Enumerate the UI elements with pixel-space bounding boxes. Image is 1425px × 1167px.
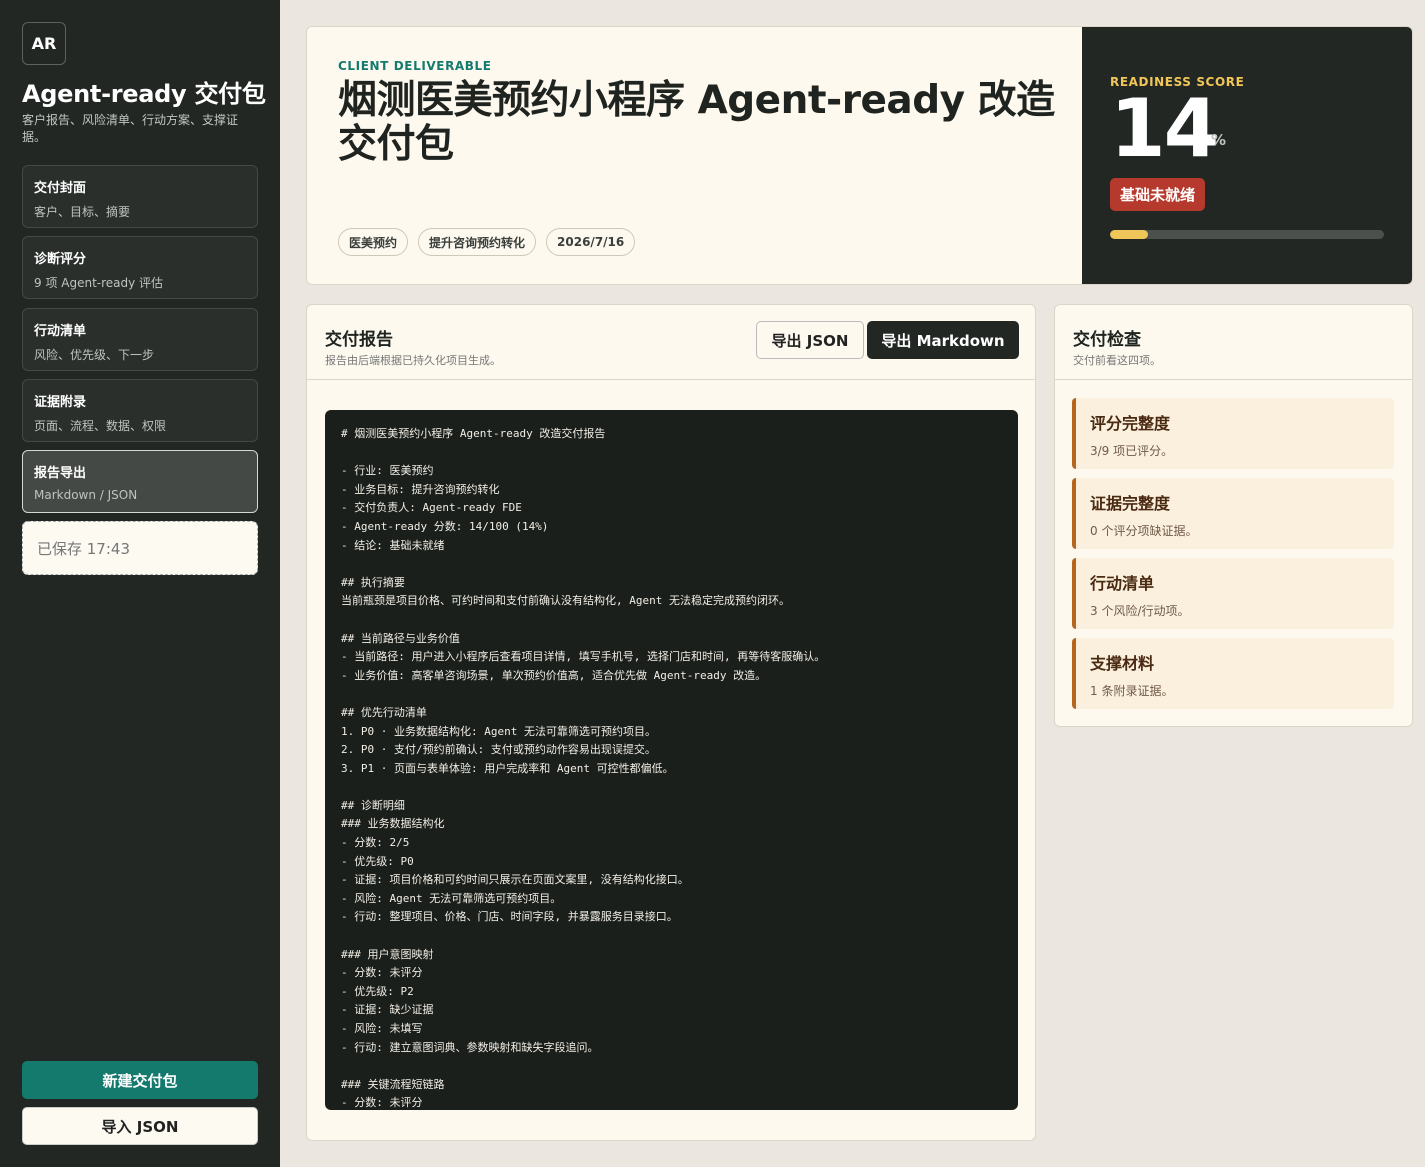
report-subtitle: 报告由后端根据已持久化项目生成。: [325, 354, 501, 367]
check-item-desc: 3/9 项已评分。: [1090, 444, 1174, 458]
check-item-title: 证据完整度: [1090, 494, 1171, 513]
check-item-desc: 1 条附录证据。: [1090, 684, 1174, 698]
new-package-button[interactable]: 新建交付包: [22, 1061, 258, 1099]
sidebar-item-title: 交付封面: [34, 181, 87, 196]
check-item-scoring: 评分完整度 3/9 项已评分。: [1072, 398, 1394, 469]
score-panel: READINESS SCORE 14 % 基础未就绪: [1082, 27, 1412, 284]
checks-header: 交付检查 交付前看这四项。: [1055, 305, 1412, 380]
hero-card: CLIENT DELIVERABLE 烟测医美预约小程序 Agent-ready…: [306, 26, 1413, 285]
checks-title: 交付检查: [1073, 330, 1141, 350]
check-item-desc: 3 个风险/行动项。: [1090, 604, 1190, 618]
app-logo: AR: [22, 22, 66, 65]
score-progress-bar: [1110, 230, 1384, 239]
report-card: 交付报告 报告由后端根据已持久化项目生成。 导出 JSON 导出 Markdow…: [306, 304, 1036, 1141]
app-subtitle: 客户报告、风险清单、行动方案、支撑证据。: [22, 113, 239, 144]
checks-subtitle: 交付前看这四项。: [1073, 354, 1161, 367]
page-title: 烟测医美预约小程序 Agent-ready 改造交付包: [338, 78, 1055, 167]
check-item-actions: 行动清单 3 个风险/行动项。: [1072, 558, 1394, 629]
chip-goal: 提升咨询预约转化: [418, 228, 537, 256]
check-item-desc: 0 个评分项缺证据。: [1090, 524, 1198, 538]
check-item-title: 行动清单: [1090, 574, 1155, 593]
hero-eyebrow: CLIENT DELIVERABLE: [338, 59, 492, 73]
hero-chips: 医美预约 提升咨询预约转化 2026/7/16: [338, 228, 636, 256]
chip-date: 2026/7/16: [546, 228, 636, 256]
check-item-title: 支撑材料: [1090, 654, 1155, 673]
sidebar: AR Agent-ready 交付包 客户报告、风险清单、行动方案、支撑证据。 …: [0, 0, 280, 1167]
check-item-materials: 支撑材料 1 条附录证据。: [1072, 638, 1394, 709]
sidebar-item-desc: 客户、目标、摘要: [34, 205, 131, 219]
delivery-checks-card: 交付检查 交付前看这四项。 评分完整度 3/9 项已评分。 证据完整度 0 个评…: [1054, 304, 1413, 727]
score-progress-fill: [1110, 230, 1149, 239]
check-item-evidence: 证据完整度 0 个评分项缺证据。: [1072, 478, 1394, 549]
chip-industry: 医美预约: [338, 228, 409, 256]
save-status: 已保存 17:43: [22, 521, 258, 575]
sidebar-item-desc: 风险、优先级、下一步: [34, 348, 155, 362]
sidebar-item-export[interactable]: 报告导出 Markdown / JSON: [22, 450, 258, 513]
score-unit: %: [1211, 131, 1227, 149]
sidebar-item-diagnosis[interactable]: 诊断评分 9 项 Agent-ready 评估: [22, 236, 258, 299]
app-title: Agent-ready 交付包: [22, 80, 266, 108]
import-json-button[interactable]: 导入 JSON: [22, 1107, 258, 1145]
sidebar-item-desc: Markdown / JSON: [34, 488, 138, 502]
report-header: 交付报告 报告由后端根据已持久化项目生成。 导出 JSON 导出 Markdow…: [307, 305, 1035, 380]
sidebar-item-evidence[interactable]: 证据附录 页面、流程、数据、权限: [22, 379, 258, 442]
check-item-title: 评分完整度: [1090, 414, 1171, 433]
export-markdown-button[interactable]: 导出 Markdown: [867, 321, 1019, 359]
report-markdown-preview[interactable]: # 烟测医美预约小程序 Agent-ready 改造交付报告 - 行业: 医美预…: [325, 410, 1018, 1110]
export-json-button[interactable]: 导出 JSON: [756, 321, 864, 359]
sidebar-item-actions[interactable]: 行动清单 风险、优先级、下一步: [22, 308, 258, 371]
sidebar-item-title: 诊断评分: [34, 252, 87, 267]
sidebar-item-desc: 页面、流程、数据、权限: [34, 419, 167, 433]
sidebar-item-desc: 9 项 Agent-ready 评估: [34, 276, 164, 290]
report-title: 交付报告: [325, 330, 393, 350]
score-value: 14: [1110, 82, 1219, 175]
sidebar-item-title: 报告导出: [34, 466, 87, 481]
status-badge: 基础未就绪: [1110, 178, 1206, 211]
sidebar-item-title: 行动清单: [34, 324, 87, 339]
report-markdown-text: # 烟测医美预约小程序 Agent-ready 改造交付报告 - 行业: 医美预…: [341, 427, 826, 1110]
sidebar-item-cover[interactable]: 交付封面 客户、目标、摘要: [22, 165, 258, 228]
sidebar-item-title: 证据附录: [34, 395, 87, 410]
